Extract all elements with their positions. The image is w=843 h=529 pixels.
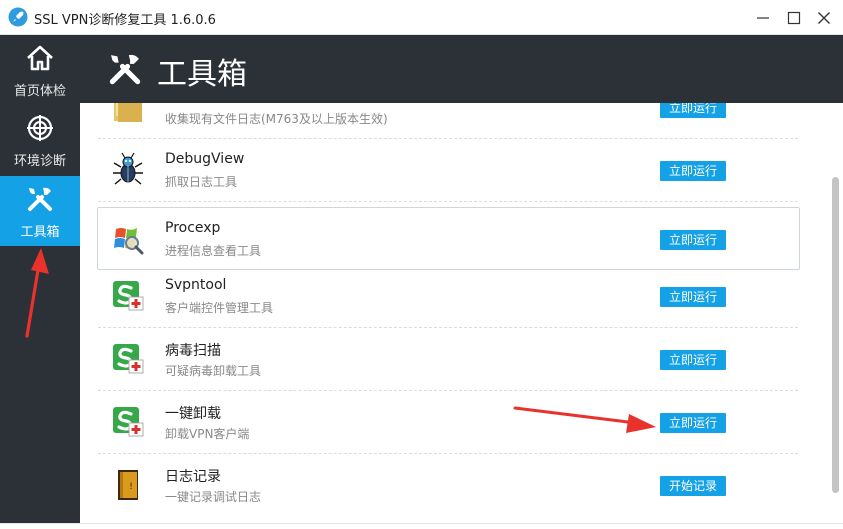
folder-icon (114, 103, 142, 122)
list-item: 一键卸载 卸载VPN客户端 立即运行 (98, 391, 798, 454)
sidebar-item-home[interactable]: 首页体检 (0, 35, 80, 105)
tool-name: Procexp (165, 220, 221, 236)
home-icon (27, 45, 53, 71)
list-item: 收集现有文件日志(M763及以上版本生效) 立即运行 (98, 103, 798, 139)
tool-name: 日志记录 (165, 469, 221, 485)
title-bar: SSL VPN诊断修复工具 1.6.0.6 (0, 0, 843, 35)
page-title: 工具箱 (157, 57, 247, 92)
list-item: Procexp 进程信息查看工具 立即运行 (97, 207, 800, 270)
sidebar: 首页体检 环境诊断 工具箱 (0, 35, 80, 529)
tool-name: 一键卸载 (165, 406, 221, 422)
list-item: 病毒扫描 可疑病毒卸载工具 立即运行 (98, 328, 798, 391)
scrollbar[interactable] (829, 103, 843, 529)
sidebar-item-label: 工具箱 (20, 225, 60, 240)
bug-icon (113, 152, 143, 185)
app-rocket-icon (8, 7, 28, 27)
tool-name: 病毒扫描 (165, 343, 221, 359)
tool-description: 一键记录调试日志 (165, 490, 262, 504)
list-item: DebugView 抓取日志工具 立即运行 (98, 139, 798, 202)
start-record-button[interactable]: 开始记录 (660, 476, 726, 496)
sidebar-item-toolbox[interactable]: 工具箱 (0, 176, 80, 246)
scrollbar-thumb[interactable] (832, 177, 839, 493)
minimize-icon[interactable] (754, 9, 772, 27)
tool-description: 进程信息查看工具 (165, 244, 262, 258)
tool-description: 抓取日志工具 (165, 175, 238, 189)
sidebar-item-label: 环境诊断 (13, 154, 66, 169)
sangfor-s-icon (113, 281, 144, 311)
tool-description: 可疑病毒卸载工具 (165, 364, 262, 378)
page-header: 工具箱 (80, 35, 843, 103)
tools-icon (28, 187, 52, 211)
run-button[interactable]: 立即运行 (660, 230, 726, 250)
window-title: SSL VPN诊断修复工具 1.6.0.6 (34, 13, 216, 28)
run-button[interactable]: 立即运行 (660, 161, 726, 181)
sangfor-s-icon (113, 344, 144, 374)
maximize-icon[interactable] (785, 9, 803, 27)
close-icon[interactable] (815, 9, 833, 27)
run-button[interactable]: 立即运行 (660, 413, 726, 433)
sangfor-s-icon (113, 407, 144, 437)
run-button[interactable]: 立即运行 (660, 103, 726, 118)
run-button[interactable]: 立即运行 (660, 287, 726, 307)
tool-description: 客户端控件管理工具 (165, 301, 274, 315)
sidebar-item-environment[interactable]: 环境诊断 (0, 105, 80, 175)
tool-description: 卸载VPN客户端 (165, 427, 250, 441)
windows-magnifier-icon (114, 228, 144, 255)
list-item: Svpntool 客户端控件管理工具 立即运行 (98, 265, 798, 328)
tool-description: 收集现有文件日志(M763及以上版本生效) (165, 112, 388, 126)
svg-text:!: ! (129, 482, 133, 492)
tools-icon (109, 54, 141, 85)
bottom-edge (0, 523, 843, 529)
run-button[interactable]: 立即运行 (660, 350, 726, 370)
tool-list: 收集现有文件日志(M763及以上版本生效) 立即运行 DebugView 抓取日… (80, 103, 843, 529)
crosshair-icon (27, 115, 53, 141)
log-book-icon: ! (118, 470, 138, 500)
tool-name: Svpntool (165, 277, 227, 293)
list-item: ! 日志记录 一键记录调试日志 开始记录 (98, 454, 798, 517)
tool-name: DebugView (165, 151, 245, 167)
sidebar-item-label: 首页体检 (13, 84, 66, 99)
